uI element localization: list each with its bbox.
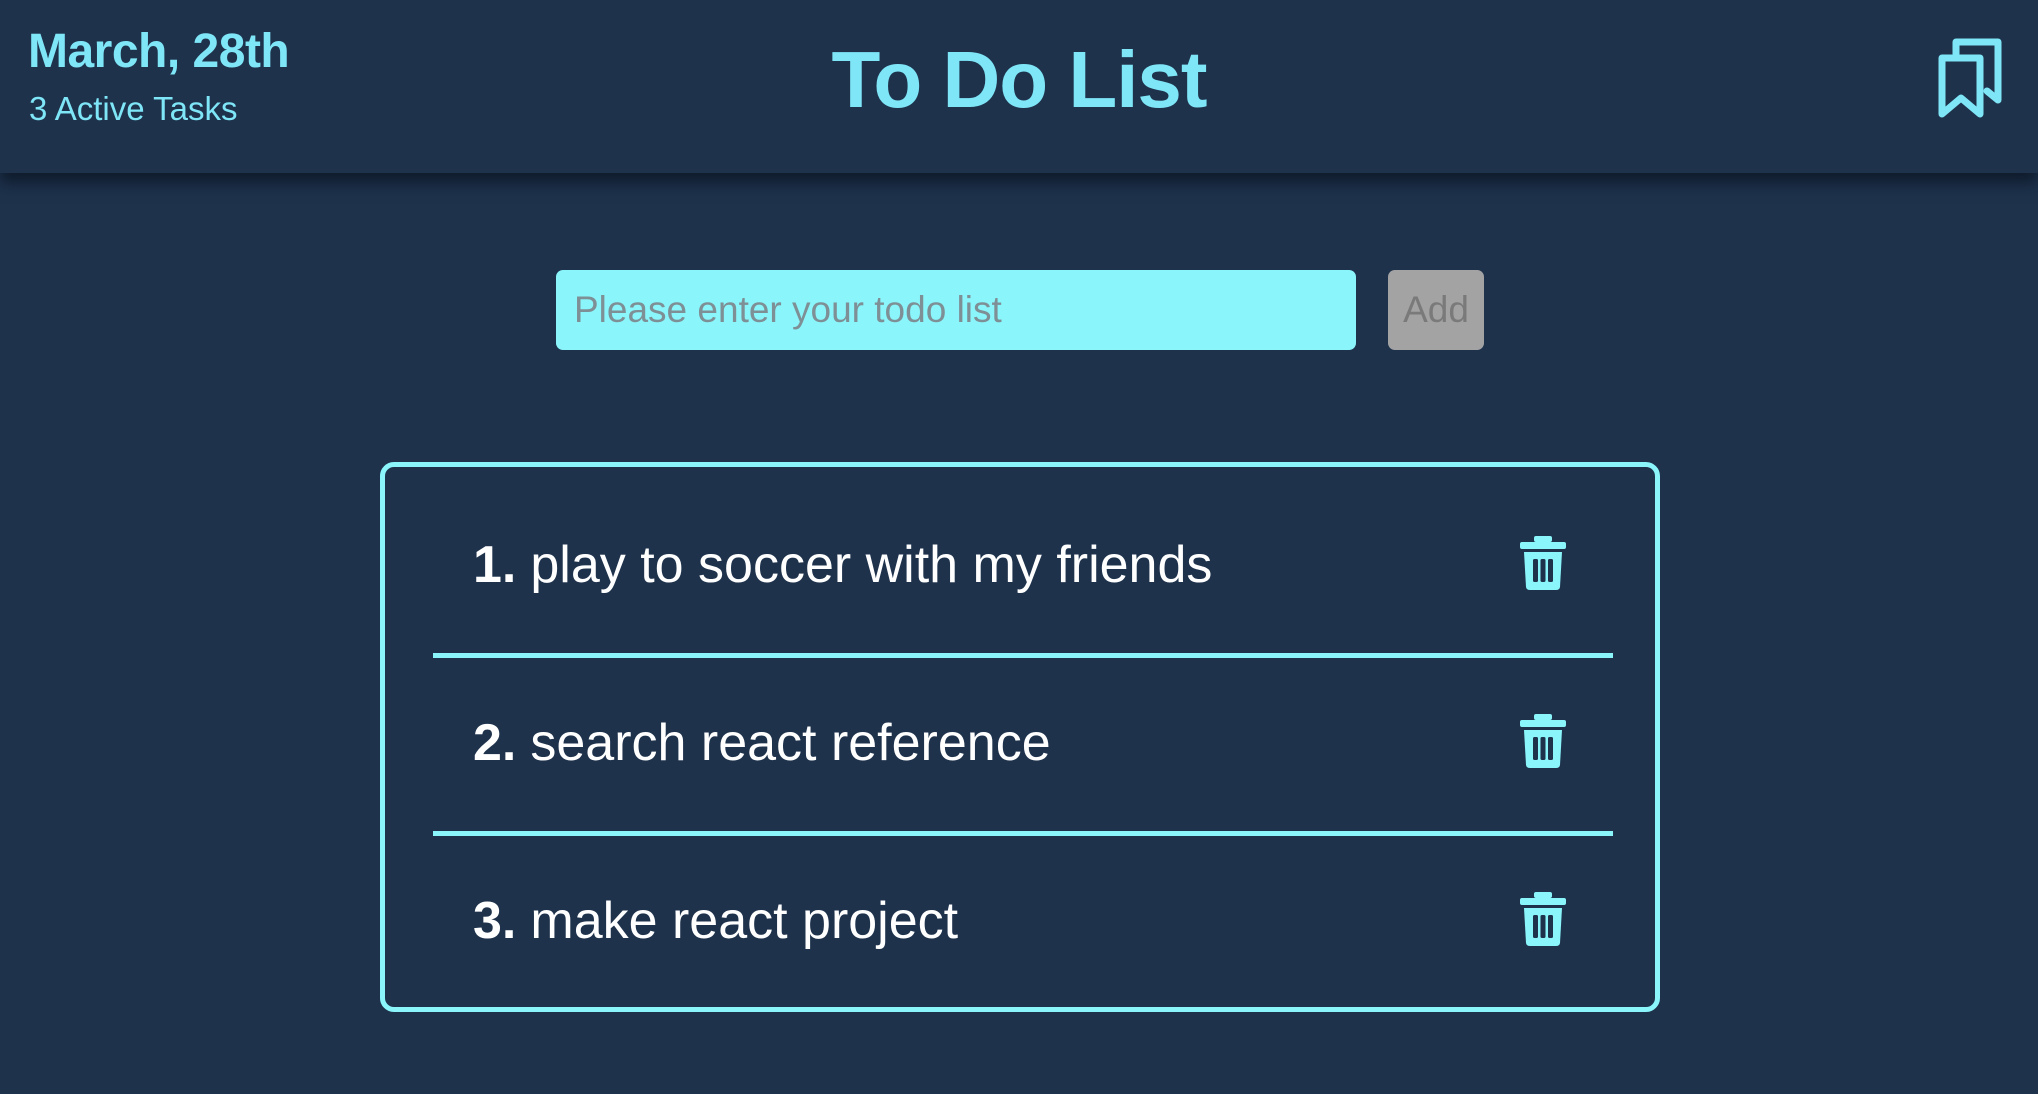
delete-button[interactable] [1519,891,1567,947]
trash-icon [1520,714,1566,768]
todo-number: 2. [473,714,517,772]
todo-item-1: 1. play to soccer with my friends [433,467,1613,637]
todo-number: 3. [473,892,517,950]
todo-label: search react reference [530,714,1051,772]
todo-list: 1. play to soccer with my friends 2. searc… [380,462,1660,1012]
todo-label: play to soccer with my friends [530,536,1213,594]
todo-text: 2. search react reference [473,713,1051,773]
bookmark-icon [1938,38,2002,118]
add-button[interactable]: Add [1388,270,1484,350]
todo-label: make react project [530,892,959,950]
trash-icon [1520,536,1566,590]
delete-button[interactable] [1519,535,1567,591]
bookmark-button[interactable] [1938,36,2006,120]
app-header: March, 28th 3 Active Tasks To Do List [0,0,2038,173]
trash-icon [1520,892,1566,946]
delete-button[interactable] [1519,713,1567,769]
todo-text: 3. make react project [473,891,958,951]
todo-input[interactable] [556,270,1356,350]
todo-item-3: 3. make react project [433,823,1613,993]
todo-text: 1. play to soccer with my friends [473,535,1212,595]
todo-item-2: 2. search react reference [433,645,1613,815]
page-title: To Do List [831,35,1207,124]
todo-number: 1. [473,536,517,594]
add-todo-form: Add [556,270,1484,350]
